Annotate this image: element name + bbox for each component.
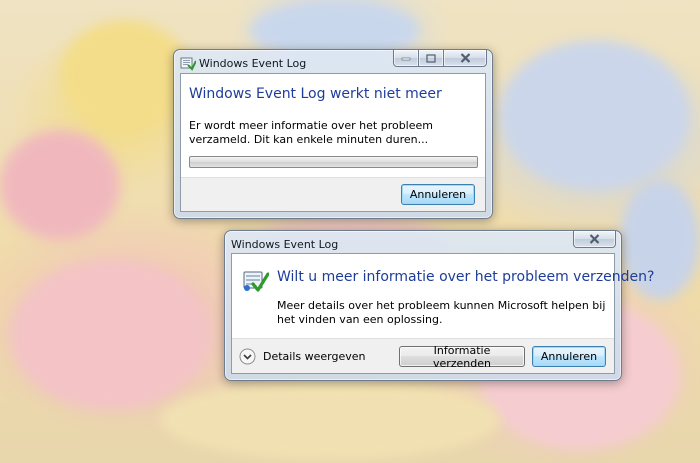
cancel-button[interactable]: Annuleren xyxy=(532,346,606,367)
dialog-heading: Wilt u meer informatie over het probleem… xyxy=(277,269,655,285)
window-title: Windows Event Log xyxy=(231,238,339,251)
progress-bar xyxy=(189,156,478,168)
minimize-button[interactable] xyxy=(393,50,419,67)
maximize-button[interactable] xyxy=(419,50,444,67)
progress-dialog-titlebar[interactable]: Windows Event Log xyxy=(174,50,492,74)
minimize-icon xyxy=(401,57,411,61)
progress-dialog-window: Windows Event Log Windows Event Log werk… xyxy=(173,49,493,219)
send-report-dialog-titlebar[interactable]: Windows Event Log xyxy=(225,231,621,255)
dialog-message: Meer details over het probleem kunnen Mi… xyxy=(277,299,606,326)
dialog-message: Er wordt meer informatie over het proble… xyxy=(189,119,433,146)
close-button[interactable] xyxy=(444,50,487,67)
event-log-icon xyxy=(180,55,197,71)
maximize-icon xyxy=(426,53,436,63)
dialog-footer: Annuleren xyxy=(181,177,485,211)
progress-dialog-content: Windows Event Log werkt niet meer Er wor… xyxy=(180,73,486,212)
chevron-down-icon xyxy=(239,348,256,365)
error-report-icon xyxy=(241,266,270,294)
send-report-dialog-window: Windows Event Log Wilt u meer informatie… xyxy=(224,230,654,381)
send-report-dialog-content: Wilt u meer informatie over het probleem… xyxy=(231,253,654,374)
close-button[interactable] xyxy=(573,231,616,248)
dialog-footer: Details weergeven Informatie verzenden A… xyxy=(232,338,614,373)
details-label: Details weergeven xyxy=(263,349,366,363)
cancel-button[interactable]: Annuleren xyxy=(401,184,475,205)
close-icon xyxy=(589,234,600,244)
dialog-heading: Windows Event Log werkt niet meer xyxy=(189,86,442,102)
send-information-button[interactable]: Informatie verzenden xyxy=(399,344,525,370)
details-toggle[interactable]: Details weergeven xyxy=(239,346,366,366)
window-title: Windows Event Log xyxy=(199,57,307,70)
close-icon xyxy=(460,53,470,63)
